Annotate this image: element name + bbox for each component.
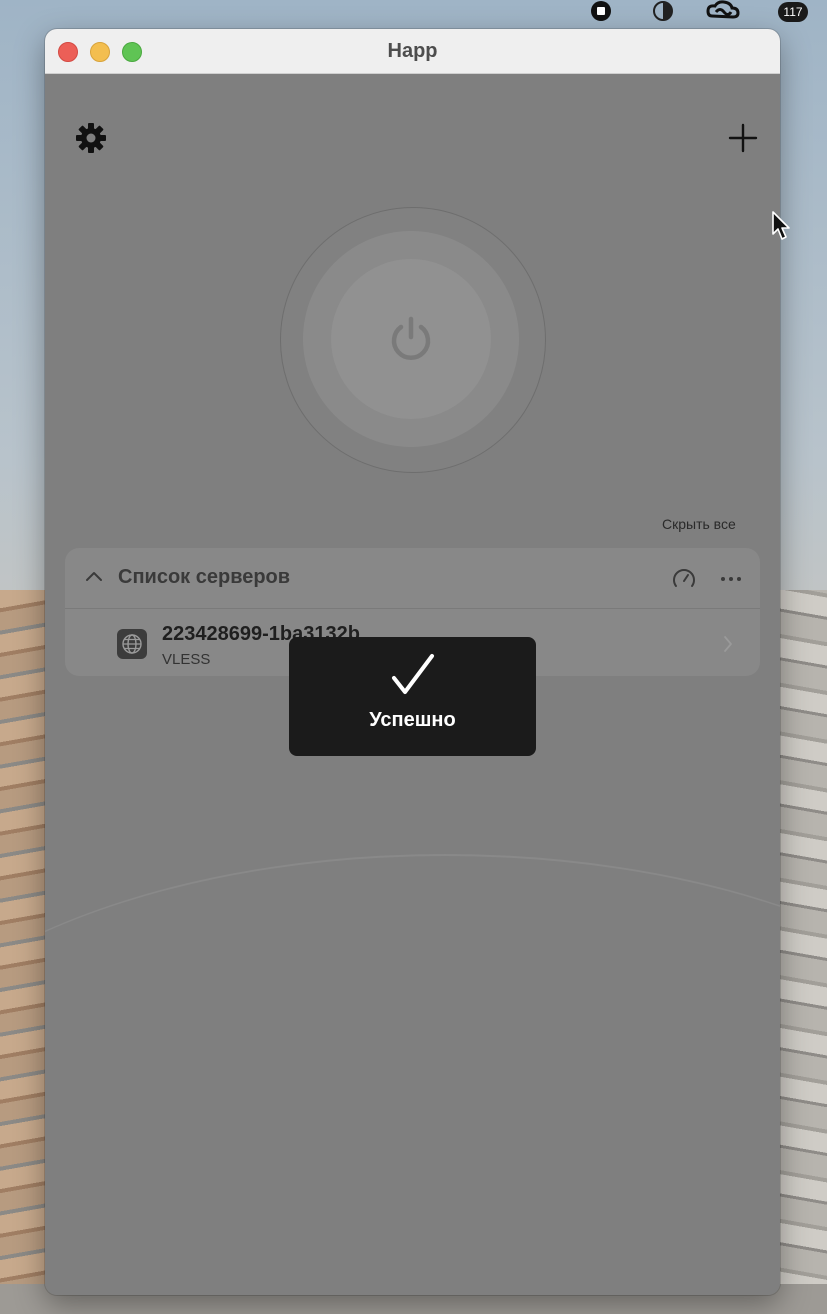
stop-record-icon[interactable] bbox=[590, 0, 612, 22]
toast-message: Успешно bbox=[369, 709, 456, 731]
more-options-icon[interactable] bbox=[717, 566, 745, 592]
power-button[interactable] bbox=[331, 259, 491, 419]
hide-all-link[interactable]: Скрыть все bbox=[662, 516, 736, 532]
power-icon bbox=[391, 316, 431, 360]
window-title: Happ bbox=[387, 40, 438, 62]
chevron-right-icon bbox=[724, 636, 732, 652]
globe-icon bbox=[117, 629, 147, 659]
mouse-cursor-icon bbox=[772, 211, 790, 240]
chevron-up-icon[interactable] bbox=[83, 566, 105, 588]
server-list-header[interactable]: Список серверов bbox=[65, 548, 760, 609]
plus-icon bbox=[728, 123, 758, 153]
server-protocol: VLESS bbox=[162, 651, 211, 668]
speedometer-icon[interactable] bbox=[671, 566, 697, 592]
app-window: Happ Скрыть все Список серверов 22342869… bbox=[45, 29, 780, 1295]
add-server-button[interactable] bbox=[725, 120, 761, 156]
menu-bar: 117 bbox=[0, 0, 827, 26]
settings-button[interactable] bbox=[73, 120, 109, 156]
creative-cloud-icon[interactable] bbox=[706, 0, 740, 22]
server-list-title: Список серверов bbox=[118, 566, 291, 588]
title-bar: Happ bbox=[45, 29, 780, 74]
notification-badge-icon[interactable]: 117 bbox=[776, 0, 810, 22]
notification-count: 117 bbox=[778, 2, 808, 22]
contrast-icon[interactable] bbox=[650, 0, 676, 22]
main-content: Скрыть все Список серверов 223428699-1ba… bbox=[45, 74, 780, 1295]
checkmark-icon bbox=[392, 654, 434, 694]
gear-icon bbox=[76, 123, 106, 153]
success-toast: Успешно bbox=[289, 637, 536, 756]
